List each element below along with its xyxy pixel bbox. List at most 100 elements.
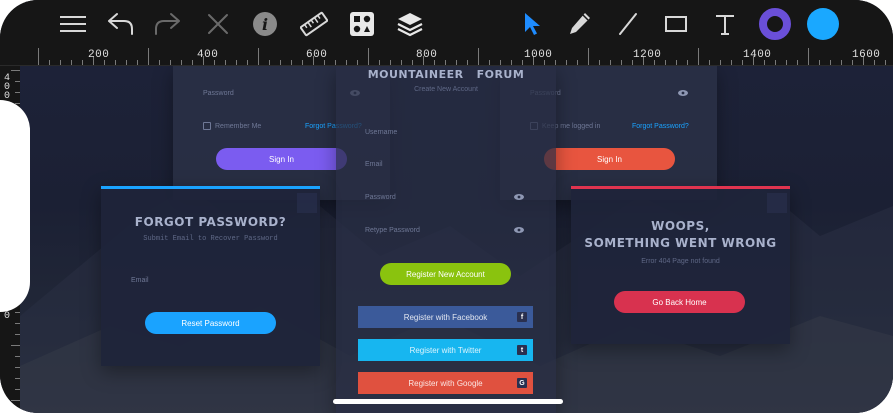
ruler-tick	[11, 345, 20, 346]
close-icon[interactable]	[198, 0, 238, 48]
ruler-tick	[15, 323, 20, 324]
text-tool-icon[interactable]	[705, 0, 745, 48]
ruler-label: 600	[306, 49, 328, 61]
error-title-line1: WOOPS,	[651, 219, 710, 233]
remember-checkbox[interactable]	[203, 122, 211, 130]
ruler-tick	[15, 312, 20, 313]
ruler-tick	[588, 47, 589, 65]
line-icon[interactable]	[608, 0, 648, 48]
ruler-tick	[258, 47, 259, 65]
sign-in-button[interactable]: Sign In	[544, 148, 675, 170]
design-canvas[interactable]: Password Remember Me Forgot Password? Si…	[20, 66, 893, 413]
pencil-icon[interactable]	[560, 0, 600, 48]
redo-icon[interactable]	[148, 0, 188, 48]
ruler-tick	[335, 60, 336, 65]
forgot-password-link[interactable]: Forgot Password?	[632, 115, 689, 137]
ruler-tick	[687, 60, 688, 65]
register-facebook-button[interactable]: Register with Facebook f	[358, 306, 533, 328]
register-twitter-button[interactable]: Register with Twitter t	[358, 339, 533, 361]
ruler-tick	[676, 60, 677, 65]
register-new-account-button[interactable]: Register New Account	[380, 263, 511, 285]
ruler-tick	[720, 60, 721, 65]
eye-icon[interactable]	[678, 90, 688, 96]
ruler-tick	[577, 60, 578, 65]
ruler-tick	[115, 60, 116, 65]
ruler-tick	[15, 411, 20, 412]
stroke-color-icon[interactable]	[755, 0, 795, 48]
device-frame: i 200 400 600 800 1000 1200 1400 1600 4 …	[0, 0, 893, 413]
username-field[interactable]: Username	[365, 121, 397, 143]
svg-text:i: i	[262, 15, 268, 34]
ruler-tick	[236, 60, 237, 65]
ruler-tick	[291, 60, 292, 65]
ruler-tick	[522, 60, 523, 65]
ruler-label: 1600	[852, 49, 881, 61]
forgot-subtitle: Submit Email to Recover Password	[143, 235, 278, 243]
password-field[interactable]: Password	[203, 82, 234, 104]
close-icon[interactable]	[297, 193, 317, 213]
ruler-label: 1200	[633, 49, 662, 61]
pointer-icon[interactable]	[513, 0, 553, 48]
ruler-tick	[15, 367, 20, 368]
ruler-tick	[15, 81, 20, 82]
ruler-tick	[225, 60, 226, 65]
error-subtitle: Error 404 Page not found	[641, 258, 720, 265]
ruler-tick	[511, 60, 512, 65]
email-field[interactable]: Email	[131, 269, 149, 291]
ruler-tick	[126, 60, 127, 65]
ruler-label: 1000	[524, 49, 553, 61]
ruler-tick	[247, 60, 248, 65]
ruler-tick	[445, 60, 446, 65]
ruler-icon[interactable]	[294, 0, 334, 48]
register-google-button[interactable]: Register with Google G	[358, 372, 533, 394]
ruler-tick	[38, 47, 39, 65]
error-title-line2: SOMETHING WENT WRONG	[584, 236, 777, 250]
close-icon[interactable]	[767, 193, 787, 213]
undo-icon[interactable]	[100, 0, 140, 48]
device-notch	[0, 100, 30, 312]
ruler-tick	[159, 60, 160, 65]
go-back-home-button[interactable]: Go Back Home	[614, 291, 745, 313]
twitter-icon: t	[517, 345, 527, 355]
ruler-tick	[808, 47, 809, 65]
retype-password-field[interactable]: Retype Password	[365, 219, 420, 241]
ruler-tick	[830, 60, 831, 65]
home-indicator[interactable]	[333, 399, 563, 404]
components-icon[interactable]	[342, 0, 382, 48]
menu-icon[interactable]	[53, 0, 93, 48]
ruler-tick	[181, 60, 182, 65]
ruler-tick	[15, 334, 20, 335]
ruler-tick	[412, 60, 413, 65]
rectangle-icon[interactable]	[656, 0, 696, 48]
email-field[interactable]: Email	[365, 153, 383, 175]
fill-color-icon[interactable]	[803, 0, 843, 48]
ruler-tick	[170, 60, 171, 65]
eye-icon[interactable]	[514, 194, 524, 200]
forgot-password-card: FORGOT PASSWORD? Submit Email to Recover…	[101, 186, 320, 366]
ruler-tick	[566, 60, 567, 65]
reset-password-button[interactable]: Reset Password	[145, 312, 276, 334]
ruler-tick	[456, 60, 457, 65]
ruler-label: 400	[197, 49, 219, 61]
eye-icon[interactable]	[514, 227, 524, 233]
ruler-tick	[797, 60, 798, 65]
ruler-tick	[665, 60, 666, 65]
ruler-tick	[379, 60, 380, 65]
ruler-tick	[709, 60, 710, 65]
ruler-tick	[841, 60, 842, 65]
ruler-tick	[71, 60, 72, 65]
info-icon[interactable]: i	[245, 0, 285, 48]
password-field[interactable]: Password	[365, 186, 396, 208]
ruler-tick	[610, 60, 611, 65]
sign-in-button[interactable]: Sign In	[216, 148, 347, 170]
password-placeholder: Password	[203, 89, 234, 97]
layers-icon[interactable]	[390, 0, 430, 48]
ruler-tick	[478, 47, 479, 65]
ruler-horizontal[interactable]: 200 400 600 800 1000 1200 1400 1600	[0, 47, 893, 66]
ruler-tick	[11, 400, 20, 401]
facebook-icon: f	[517, 312, 527, 322]
ruler-tick	[401, 60, 402, 65]
register-card: MOUNTAINEER FORUM Create New Account Use…	[336, 66, 556, 413]
ruler-tick	[137, 60, 138, 65]
ruler-tick	[775, 60, 776, 65]
